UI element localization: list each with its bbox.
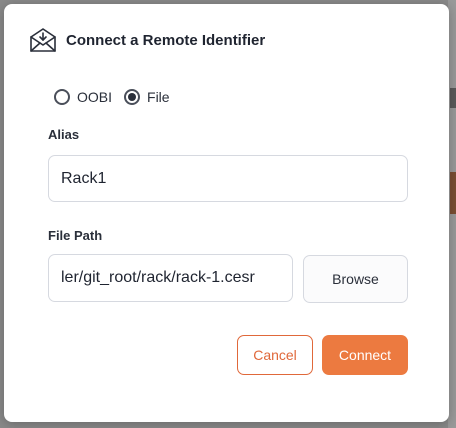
browse-button[interactable]: Browse: [303, 255, 408, 303]
oobi-radio-label: OOBI: [77, 89, 113, 105]
file-radio[interactable]: [124, 89, 141, 105]
connect-remote-identifier-dialog: Connect a Remote Identifier OOBI File Al…: [4, 4, 449, 422]
radio-option-oobi[interactable]: OOBI: [54, 89, 112, 105]
oobi-radio[interactable]: [54, 89, 70, 105]
file-radio-label: File: [147, 89, 170, 105]
file-path-input[interactable]: [48, 254, 293, 302]
background-accent: [450, 172, 456, 214]
file-path-label: File Path: [48, 228, 103, 243]
envelope-download-icon: [28, 26, 58, 54]
connect-button[interactable]: Connect: [322, 335, 408, 375]
background-text-fragment: [450, 88, 456, 108]
source-type-radio-group: OOBI File: [54, 89, 182, 105]
alias-input[interactable]: [48, 155, 408, 202]
background-app: [448, 0, 456, 428]
cancel-button[interactable]: Cancel: [237, 335, 313, 375]
dialog-title: Connect a Remote Identifier: [66, 31, 266, 49]
alias-label: Alias: [48, 127, 80, 142]
dialog-header: Connect a Remote Identifier: [28, 26, 265, 54]
radio-option-file[interactable]: File: [124, 89, 170, 105]
